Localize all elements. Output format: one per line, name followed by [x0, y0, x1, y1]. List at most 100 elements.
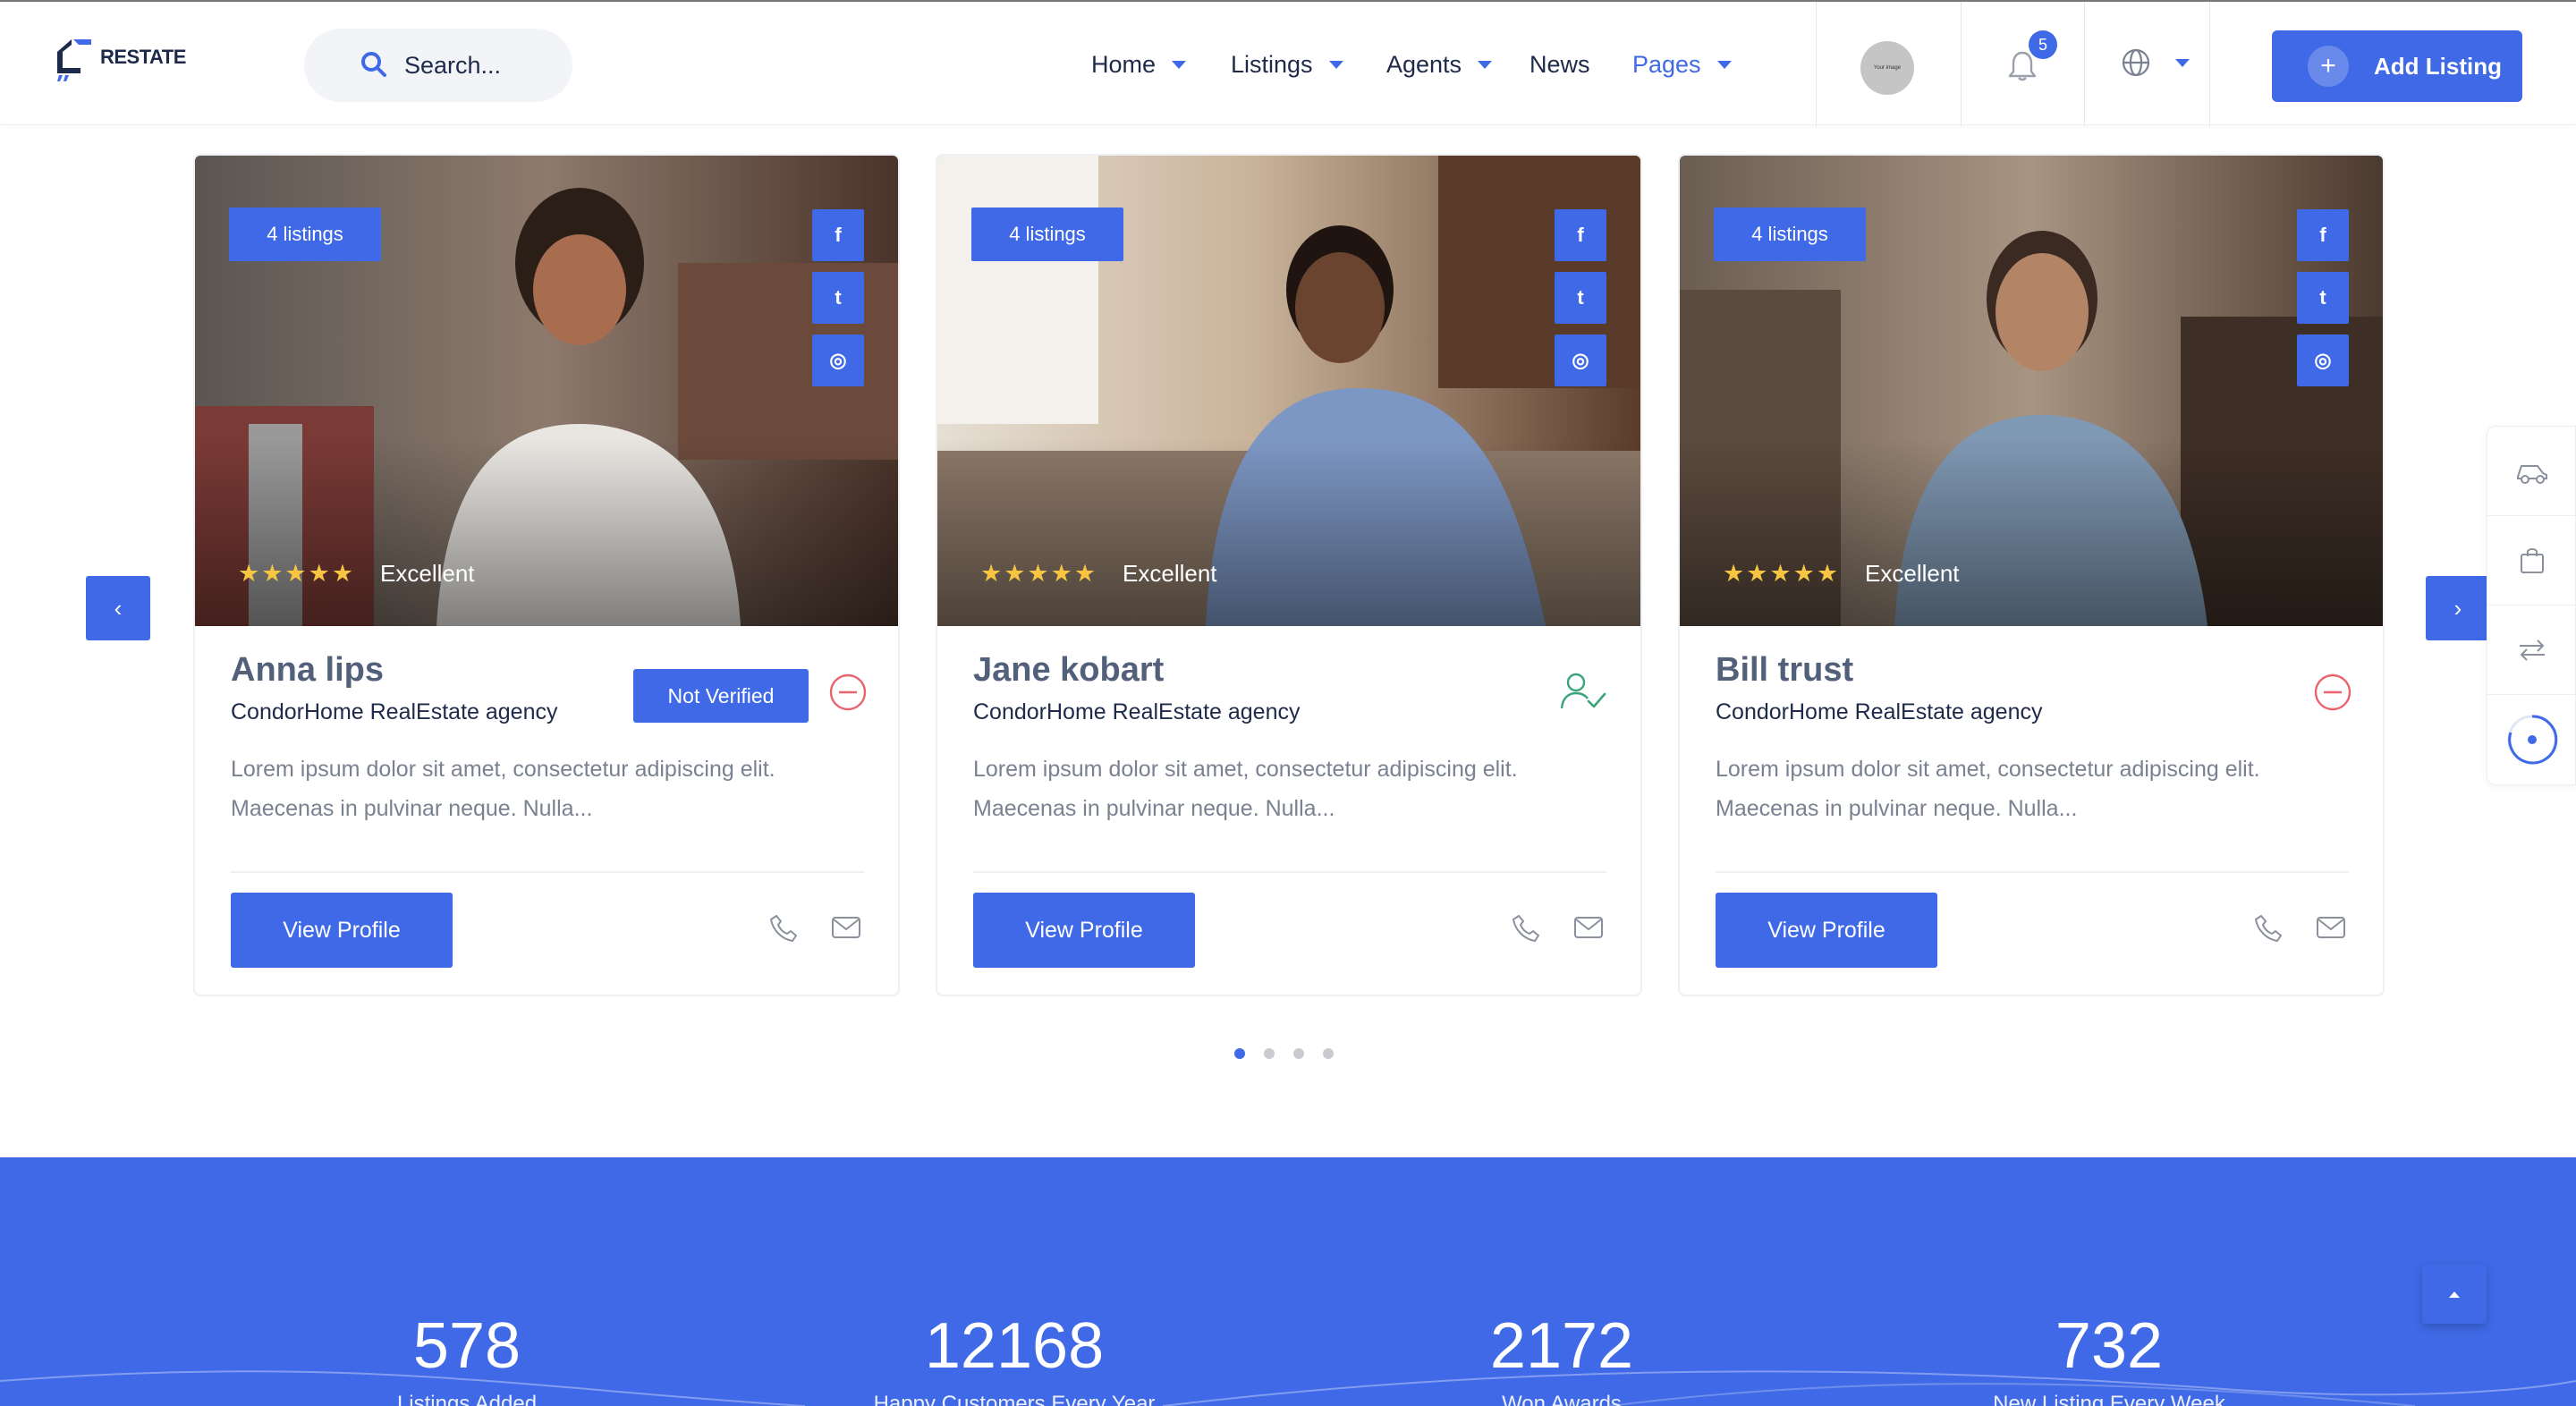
search-icon — [361, 52, 386, 77]
nav-news[interactable]: News — [1530, 39, 1590, 89]
search-input[interactable]: Search... — [304, 29, 572, 102]
shopping-bag-icon — [2521, 547, 2544, 573]
stat-value: 732 — [2055, 1310, 2164, 1382]
agent-description: Lorem ipsum dolor sit amet, consectetur … — [973, 757, 1518, 821]
chevron-left-icon: ‹ — [114, 594, 123, 622]
toolbar-item-loading[interactable] — [2487, 695, 2576, 784]
nav-agents-label: Agents — [1386, 50, 1462, 78]
not-verified-badge: Not Verified — [633, 669, 809, 723]
phone-icon[interactable] — [2252, 912, 2284, 944]
divider — [1961, 2, 1962, 127]
verified-user-icon — [1560, 673, 1606, 709]
globe-icon — [2122, 48, 2150, 77]
stat-value: 578 — [412, 1310, 521, 1382]
chevron-down-icon — [2175, 58, 2190, 67]
nav-news-label: News — [1530, 50, 1590, 78]
listings-count-badge[interactable]: 4 listings — [1714, 208, 1866, 261]
toolbar-item-cart[interactable] — [2487, 516, 2576, 606]
carousel-dot[interactable] — [1293, 1048, 1304, 1059]
divider — [1716, 871, 2349, 873]
agent-card: 4 listings f t ◎ ★★★★★ Excellent Bill tr… — [1678, 154, 2385, 996]
spinner-icon — [2507, 715, 2558, 765]
carousel-dot[interactable] — [1323, 1048, 1334, 1059]
star-rating-icon: ★★★★★ — [1723, 560, 1841, 587]
swap-arrows-icon — [2520, 639, 2545, 661]
view-profile-button[interactable]: View Profile — [231, 893, 453, 968]
mail-icon[interactable] — [2315, 914, 2347, 941]
stat-label: Listings Added — [396, 1392, 538, 1406]
twitter-icon[interactable]: t — [1555, 272, 1606, 324]
agent-name[interactable]: Bill trust — [1716, 651, 1853, 690]
agent-photo[interactable]: 4 listings f t ◎ ★★★★★ Excellent — [1680, 156, 2383, 626]
twitter-icon[interactable]: t — [2297, 272, 2349, 324]
not-verified-icon — [829, 673, 867, 711]
floating-toolbar — [2487, 426, 2576, 785]
toolbar-item-compare[interactable] — [2487, 606, 2576, 695]
nav-listings[interactable]: Listings — [1231, 39, 1343, 89]
agent-card: 4 listings f t ◎ ★★★★★ Excellent Jane ko… — [936, 154, 1642, 996]
rating: ★★★★★ Excellent — [238, 560, 475, 588]
carousel-dot-active[interactable] — [1234, 1048, 1245, 1059]
chevron-down-icon — [1716, 60, 1732, 69]
facebook-icon[interactable]: f — [1555, 209, 1606, 261]
search-placeholder: Search... — [404, 51, 502, 79]
toolbar-item-compare-cars[interactable] — [2487, 427, 2576, 516]
chevron-down-icon — [1172, 60, 1187, 69]
listings-count-badge[interactable]: 4 listings — [229, 208, 381, 261]
carousel-prev-button[interactable]: ‹ — [86, 576, 150, 640]
chevron-up-icon — [2449, 1292, 2460, 1298]
rating: ★★★★★ Excellent — [980, 560, 1217, 588]
facebook-icon[interactable]: f — [2297, 209, 2349, 261]
carousel-dot[interactable] — [1264, 1048, 1275, 1059]
nav-pages-label: Pages — [1632, 50, 1701, 78]
divider — [1816, 2, 1817, 127]
nav-home-label: Home — [1091, 50, 1157, 78]
carousel-next-button[interactable]: › — [2426, 576, 2490, 640]
phone-icon[interactable] — [1510, 912, 1542, 944]
agent-photo[interactable]: 4 listings f t ◎ ★★★★★ Excellent — [195, 156, 898, 626]
agent-card: 4 listings f t ◎ ★★★★★ Excellent Anna li… — [193, 154, 900, 996]
nav-pages[interactable]: Pages — [1632, 39, 1732, 89]
mail-icon[interactable] — [830, 914, 862, 941]
agent-agency: CondorHome RealEstate agency — [231, 699, 558, 724]
plus-icon: + — [2308, 46, 2349, 87]
instagram-icon[interactable]: ◎ — [2297, 335, 2349, 386]
divider — [2209, 2, 2210, 127]
divider — [973, 871, 1606, 873]
instagram-icon[interactable]: ◎ — [1555, 335, 1606, 386]
nav-home[interactable]: Home — [1091, 39, 1187, 89]
rating-label: Excellent — [1865, 560, 1960, 587]
stat-value: 12168 — [924, 1310, 1105, 1382]
stat-value: 2172 — [1489, 1310, 1634, 1382]
chevron-down-icon — [1328, 60, 1343, 69]
rating: ★★★★★ Excellent — [1723, 560, 1960, 588]
view-profile-button[interactable]: View Profile — [1716, 893, 1937, 968]
top-header: RESTATE Search... Home Listings Agents N… — [0, 0, 2576, 127]
logo-house-icon — [57, 39, 91, 81]
star-rating-icon: ★★★★★ — [980, 560, 1098, 587]
agent-name[interactable]: Anna lips — [231, 651, 384, 690]
scroll-to-top-button[interactable] — [2422, 1265, 2487, 1324]
avatar[interactable]: Your image — [1860, 41, 1914, 95]
agent-photo[interactable]: 4 listings f t ◎ ★★★★★ Excellent — [937, 156, 1640, 626]
mail-icon[interactable] — [1572, 914, 1605, 941]
divider — [2084, 2, 2085, 127]
instagram-icon[interactable]: ◎ — [812, 335, 864, 386]
stats-section: 578 Listings Added 12168 Happy Customers… — [0, 1157, 2576, 1406]
nav-agents[interactable]: Agents — [1386, 39, 1493, 89]
rating-label: Excellent — [1123, 560, 1217, 587]
facebook-icon[interactable]: f — [812, 209, 864, 261]
agent-description: Lorem ipsum dolor sit amet, consectetur … — [231, 757, 775, 821]
stat-label: Won Awards — [1502, 1392, 1622, 1406]
add-listing-button[interactable]: + Add Listing — [2272, 30, 2522, 102]
view-profile-button[interactable]: View Profile — [973, 893, 1195, 968]
phone-icon[interactable] — [767, 912, 800, 944]
agent-agency: CondorHome RealEstate agency — [973, 699, 1301, 724]
language-selector[interactable] — [2120, 47, 2190, 79]
add-listing-label: Add Listing — [2374, 52, 2502, 80]
twitter-icon[interactable]: t — [812, 272, 864, 324]
chevron-right-icon: › — [2453, 594, 2462, 622]
logo[interactable]: RESTATE — [54, 29, 197, 86]
agent-name[interactable]: Jane kobart — [973, 651, 1164, 690]
listings-count-badge[interactable]: 4 listings — [971, 208, 1123, 261]
